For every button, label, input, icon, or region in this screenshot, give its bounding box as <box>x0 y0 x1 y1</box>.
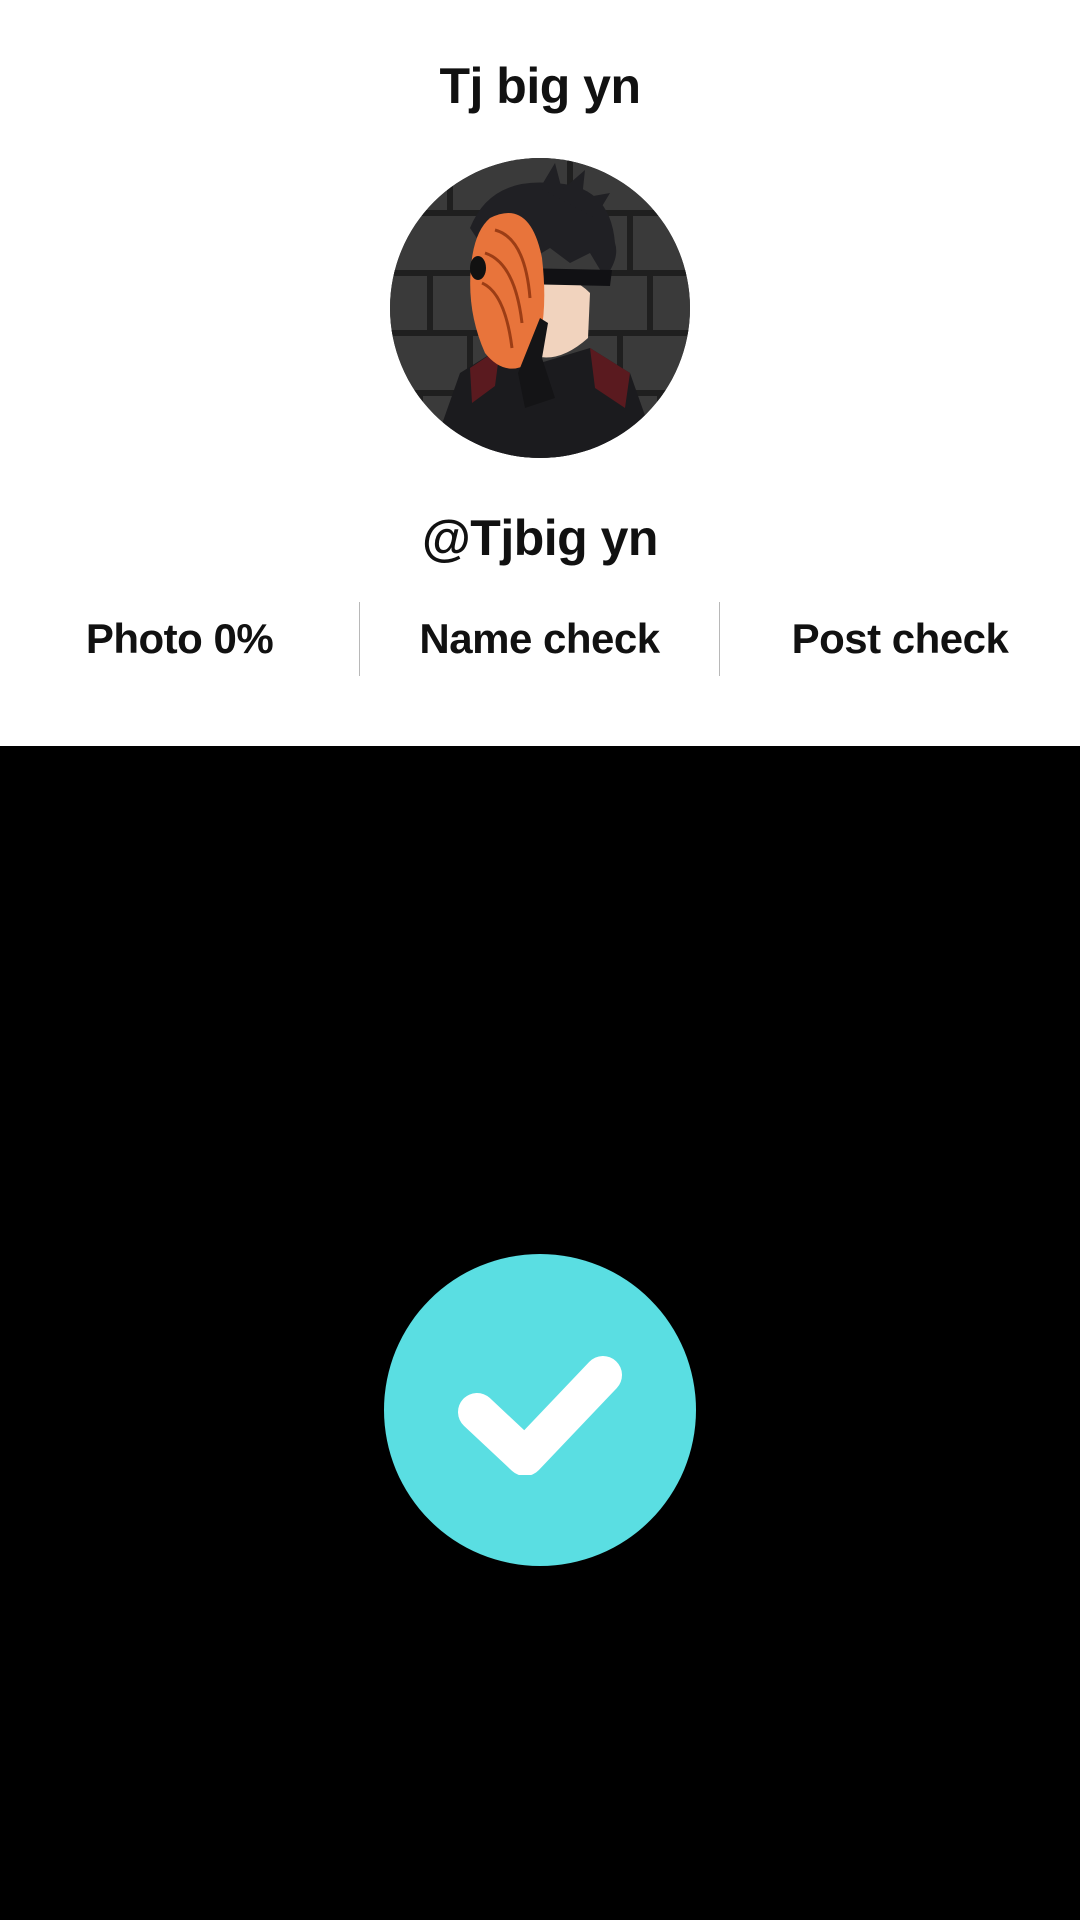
name-check-tab[interactable]: Name check <box>360 602 719 676</box>
display-name: Tj big yn <box>439 58 641 114</box>
checkmark-icon <box>458 1356 622 1475</box>
post-check-tab[interactable]: Post check <box>720 602 1080 676</box>
avatar-image <box>390 158 690 458</box>
avatar[interactable] <box>390 158 690 458</box>
verified-badge[interactable] <box>384 1254 696 1566</box>
photo-check-tab[interactable]: Photo 0% <box>0 602 359 676</box>
profile-card: Tj big yn @Tjbig yn Photo 0% Name check … <box>0 0 1080 746</box>
username: @Tjbig yn <box>422 510 658 566</box>
stats-row: Photo 0% Name check Post check <box>0 602 1080 676</box>
